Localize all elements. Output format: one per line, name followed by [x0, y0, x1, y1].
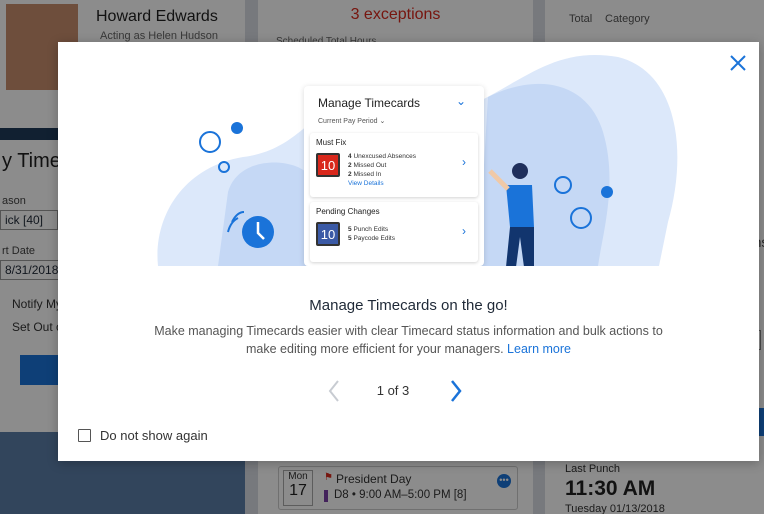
must-fix-count-badge: 10 [316, 153, 340, 177]
must-fix-label: Must Fix [316, 138, 347, 147]
chevron-right-icon: › [462, 224, 466, 238]
pending-row: 5 Paycode Edits [348, 235, 395, 242]
pending-row: 5 Punch Edits [348, 226, 389, 233]
must-fix-row: 2 Missed Out [348, 162, 387, 169]
pending-changes-label: Pending Changes [316, 207, 380, 216]
view-details-link: View Details [348, 180, 384, 187]
checkbox-label: Do not show again [100, 428, 208, 443]
must-fix-section: Must Fix 10 4 Unexcused Absences 2 Misse… [310, 133, 478, 197]
hero-illustration: Manage Timecards ⌄ Current Pay Period ⌄ … [58, 42, 759, 266]
must-fix-details: 4 Unexcused Absences 2 Missed Out 2 Miss… [348, 152, 416, 188]
dialog-description: Make managing Timecards easier with clea… [138, 322, 679, 358]
chevron-right-icon: › [462, 155, 466, 169]
pending-details: 5 Punch Edits 5 Paycode Edits [348, 225, 395, 243]
pay-period-label: Current Pay Period ⌄ [318, 118, 386, 125]
dialog-title: Manage Timecards on the go! [309, 297, 508, 314]
must-fix-row: 4 Unexcused Absences [348, 153, 416, 160]
clock-icon [227, 211, 274, 248]
feature-tour-dialog: Manage Timecards ⌄ Current Pay Period ⌄ … [58, 42, 759, 461]
learn-more-link[interactable]: Learn more [507, 342, 571, 356]
description-text: Make managing Timecards easier with clea… [154, 324, 663, 356]
pager: 1 of 3 [58, 378, 759, 404]
pending-changes-section: Pending Changes 10 5 Punch Edits 5 Payco… [310, 202, 478, 262]
must-fix-row: 2 Missed In [348, 171, 382, 178]
previous-icon[interactable] [326, 378, 342, 404]
card-title: Manage Timecards [318, 96, 421, 110]
manage-timecards-preview-card: Manage Timecards ⌄ Current Pay Period ⌄ … [304, 86, 484, 266]
pending-count-badge: 10 [316, 222, 340, 246]
checkbox-box[interactable] [78, 429, 91, 442]
person-illustration [488, 163, 534, 266]
next-icon[interactable] [448, 378, 464, 404]
chevron-down-icon: ⌄ [456, 94, 467, 108]
do-not-show-again-checkbox[interactable]: Do not show again [78, 428, 208, 443]
page-indicator: 1 of 3 [376, 383, 410, 398]
